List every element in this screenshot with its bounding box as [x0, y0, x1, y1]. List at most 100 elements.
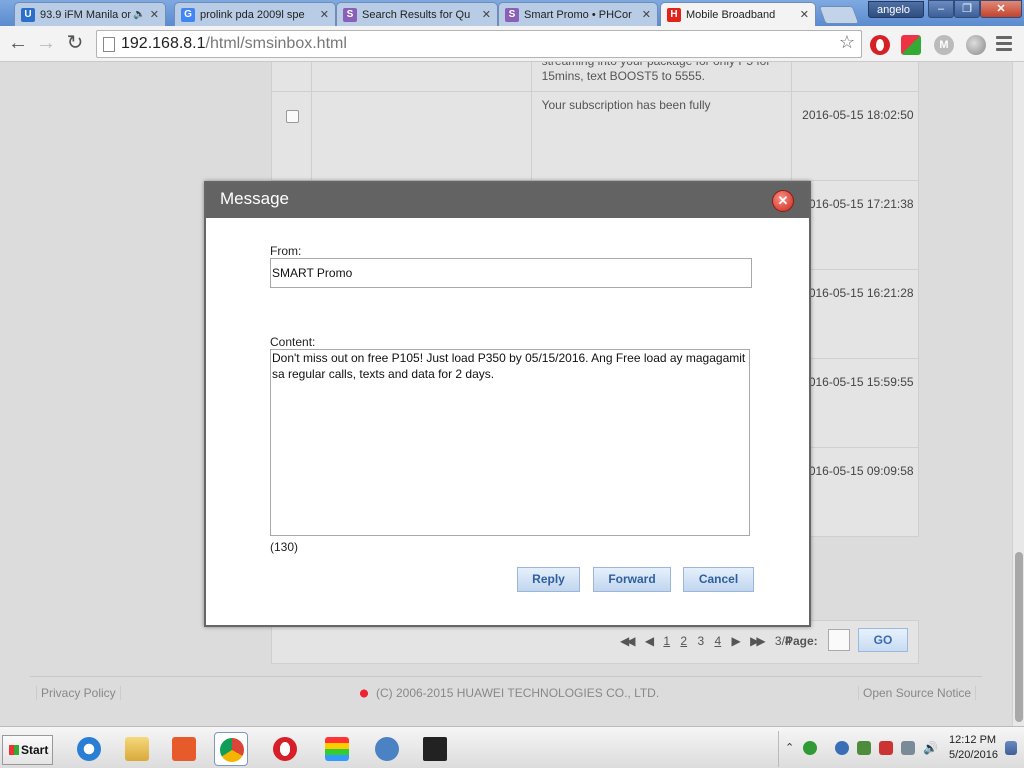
- opera-extension-icon[interactable]: [870, 35, 890, 55]
- tab-close-icon[interactable]: ✕: [800, 8, 809, 21]
- tab-close-icon[interactable]: ✕: [482, 8, 491, 21]
- content-textarea[interactable]: Don't miss out on free P105! Just load P…: [270, 349, 750, 536]
- cancel-button[interactable]: Cancel: [683, 567, 754, 592]
- message-preview: subscription will end on 05/16/2016 at 1…: [541, 62, 771, 83]
- browser-tab[interactable]: H Mobile Broadband ✕: [660, 2, 816, 26]
- last-page-icon[interactable]: ▶▶: [750, 634, 766, 648]
- forward-icon[interactable]: →: [34, 32, 58, 56]
- pagination-links: ◀◀ ◀ 1 2 3 4 ▶ ▶▶ 3/4: [620, 634, 799, 648]
- table-row[interactable]: 5555 subscription will end on 05/16/2016 …: [271, 62, 919, 92]
- open-source-notice-link[interactable]: Open Source Notice: [858, 686, 977, 700]
- browser-tab[interactable]: S Search Results for Qu ✕: [336, 2, 498, 26]
- reload-icon[interactable]: ↻: [63, 32, 87, 56]
- minimize-button[interactable]: –: [928, 0, 954, 18]
- security-alert-icon[interactable]: [879, 741, 893, 755]
- media-player-icon[interactable]: [167, 732, 201, 766]
- show-desktop-button[interactable]: [1005, 741, 1017, 755]
- prev-page-icon[interactable]: ◀: [645, 634, 654, 648]
- copyright-text: (C) 2006-2015 HUAWEI TECHNOLOGIES CO., L…: [356, 686, 659, 700]
- current-page: 3: [697, 634, 705, 648]
- content-label: Content:: [270, 335, 316, 349]
- bookmark-star-icon[interactable]: ☆: [839, 32, 855, 53]
- dialog-title: Message: [220, 189, 289, 208]
- from-cell: [310, 91, 532, 181]
- new-tab-button[interactable]: [818, 6, 860, 24]
- m-extension-icon[interactable]: M: [934, 35, 954, 55]
- tab-favicon-icon: S: [505, 7, 519, 22]
- huawei-logo-icon: [356, 688, 372, 700]
- scrollbar-thumb[interactable]: [1015, 552, 1023, 722]
- row-select-cell: [271, 62, 312, 92]
- clock-time[interactable]: 12:12 PM: [949, 734, 996, 746]
- tab-close-icon[interactable]: ✕: [642, 8, 651, 21]
- system-tray: ⌃ 🔊 12:12 PM 5/20/2016: [778, 731, 1018, 767]
- volume-icon[interactable]: 🔊: [923, 741, 938, 755]
- browser-tab[interactable]: Gprolink pda 2009l spe ✕: [174, 2, 336, 26]
- url-path: /html/smsinbox.html: [205, 35, 347, 52]
- file-explorer-icon[interactable]: [120, 732, 154, 766]
- address-bar[interactable]: 192.168.8.1/html/smsinbox.html ☆: [96, 30, 862, 58]
- reply-button[interactable]: Reply: [517, 567, 580, 592]
- browser-tab[interactable]: U 93.9 iFM Manila on 🔈 ✕: [14, 2, 166, 26]
- next-page-icon[interactable]: ▶: [732, 634, 741, 648]
- opera-icon[interactable]: [268, 732, 302, 766]
- window-close-button[interactable]: ✕: [980, 0, 1022, 18]
- received-date: 2016-05-15 09:09:58: [802, 464, 914, 478]
- page-scrollbar[interactable]: [1012, 62, 1024, 726]
- go-button[interactable]: GO: [858, 628, 908, 652]
- url-text[interactable]: 192.168.8.1/html/smsinbox.html: [121, 35, 347, 53]
- table-row[interactable]: Your subscription has been fully 2016-05-…: [271, 91, 919, 181]
- globe-extension-icon[interactable]: [966, 35, 986, 55]
- network-globe-icon[interactable]: [835, 741, 849, 755]
- tab-audio-icon[interactable]: 🔈: [133, 9, 145, 20]
- privacy-policy-link[interactable]: Privacy Policy: [36, 686, 121, 700]
- internet-explorer-icon[interactable]: [72, 732, 106, 766]
- tab-close-icon[interactable]: ✕: [320, 8, 329, 21]
- page-link[interactable]: 2: [680, 634, 687, 648]
- page-icon: [103, 37, 115, 52]
- page-number-input[interactable]: [828, 629, 850, 651]
- windows-flag-icon: [9, 745, 19, 755]
- received-date: 2016-05-15 17:21:38: [802, 197, 914, 211]
- browser-toolbar: ← → ↻ 192.168.8.1/html/smsinbox.html ☆ M: [0, 26, 1024, 62]
- utorrent-icon[interactable]: [803, 741, 817, 755]
- profile-button[interactable]: angelo: [868, 1, 924, 18]
- tab-favicon-icon: H: [667, 7, 681, 22]
- tab-title: Search Results for Qu: [362, 8, 471, 21]
- clock-date[interactable]: 5/20/2016: [949, 749, 998, 761]
- from-field[interactable]: SMART Promo: [270, 258, 752, 288]
- forward-button[interactable]: Forward: [593, 567, 671, 592]
- browser-menu-icon[interactable]: [996, 36, 1012, 54]
- back-icon[interactable]: ←: [6, 32, 30, 56]
- start-button[interactable]: Start: [2, 735, 53, 765]
- page-label: Page:: [785, 634, 818, 648]
- network-icon[interactable]: [901, 741, 915, 755]
- maximize-button[interactable]: ❐: [954, 0, 980, 18]
- bluestacks-icon[interactable]: [320, 732, 354, 766]
- show-hidden-icons-icon[interactable]: ⌃: [785, 741, 799, 755]
- tab-favicon-icon: S: [343, 7, 357, 22]
- page-link[interactable]: 4: [714, 634, 721, 648]
- date-cell: 2016-05-15 18:02:50: [791, 91, 919, 181]
- first-page-icon[interactable]: ◀◀: [620, 634, 636, 648]
- translate-extension-icon[interactable]: [901, 35, 921, 55]
- message-preview: Your subscription has been fully: [541, 98, 711, 112]
- dialog-close-icon[interactable]: ✕: [772, 190, 794, 212]
- received-date: 2016-05-15 16:21:28: [802, 286, 914, 300]
- message-cell: subscription will end on 05/16/2016 at 1…: [530, 62, 793, 92]
- taskbar: Start ⌃ 🔊 12:12 PM 5/20/2016: [0, 726, 1024, 768]
- character-count: (130): [270, 540, 299, 554]
- tab-close-icon[interactable]: ✕: [150, 8, 159, 21]
- page-link[interactable]: 1: [663, 634, 670, 648]
- row-checkbox[interactable]: [286, 110, 299, 123]
- tools-icon[interactable]: [370, 732, 404, 766]
- from-label: From:: [270, 244, 302, 258]
- tab-title: prolink pda 2009l spe: [200, 8, 305, 21]
- tab-title: 93.9 iFM Manila on: [40, 8, 132, 21]
- browser-tab[interactable]: S Smart Promo • PHCor ✕: [498, 2, 658, 26]
- received-date: 2016-05-15 18:02:50: [802, 108, 914, 122]
- chrome-icon[interactable]: [214, 732, 248, 766]
- message-cell: Your subscription has been fully: [530, 91, 793, 181]
- downloader-icon[interactable]: [418, 732, 452, 766]
- safely-remove-icon[interactable]: [857, 741, 871, 755]
